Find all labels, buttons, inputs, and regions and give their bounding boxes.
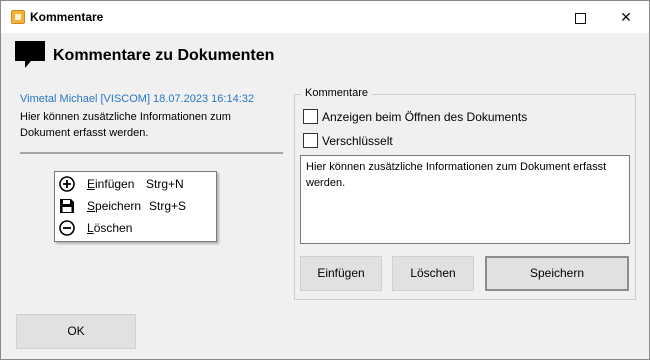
- add-circle-icon: [59, 176, 75, 192]
- menu-item-shortcut: Strg+S: [149, 199, 187, 213]
- comment-bubble-icon: [15, 41, 45, 68]
- menu-item-label: Löschen: [87, 221, 133, 235]
- context-menu: Einfügen Strg+N Speichern Strg+S Löschen: [54, 171, 217, 242]
- window-title: Kommentare: [30, 10, 104, 24]
- page-title: Kommentare zu Dokumenten: [53, 47, 275, 64]
- dialog-window: Kommentare ✕ Kommentare zu Dokumenten Vi…: [0, 0, 650, 360]
- comment-textarea[interactable]: Hier können zusätzliche Informationen zu…: [300, 155, 630, 244]
- divider: [20, 152, 283, 154]
- insert-button[interactable]: Einfügen: [300, 256, 382, 291]
- comments-group-legend: Kommentare: [301, 87, 372, 99]
- floppy-disk-icon: [60, 199, 74, 213]
- ok-button[interactable]: OK: [16, 314, 136, 349]
- delete-button[interactable]: Löschen: [392, 256, 474, 291]
- close-icon: ✕: [620, 9, 632, 25]
- checkbox-label: Verschlüsselt: [322, 134, 393, 148]
- menu-item-insert[interactable]: Einfügen Strg+N: [55, 173, 216, 195]
- comment-author-date: Vimetal Michael [VISCOM] 18.07.2023 16:1…: [20, 93, 254, 105]
- remove-circle-icon: [59, 220, 75, 236]
- menu-item-shortcut: Strg+N: [146, 177, 184, 191]
- menu-item-save[interactable]: Speichern Strg+S: [55, 195, 216, 217]
- title-bar[interactable]: Kommentare ✕: [1, 1, 649, 33]
- menu-item-label: Einfügen: [87, 177, 135, 191]
- checkbox-label: Anzeigen beim Öffnen des Dokuments: [322, 110, 528, 124]
- menu-item-label: Speichern: [87, 199, 142, 213]
- comment-text: Hier können zusätzliche Informationen zu…: [20, 111, 231, 139]
- close-button[interactable]: ✕: [603, 1, 649, 33]
- checkbox-box[interactable]: [303, 109, 318, 124]
- menu-item-delete[interactable]: Löschen: [55, 217, 216, 239]
- maximize-icon: [574, 12, 586, 24]
- checkbox-box[interactable]: [303, 133, 318, 148]
- maximize-button[interactable]: [557, 1, 603, 33]
- app-icon: [11, 10, 25, 24]
- save-button[interactable]: Speichern: [485, 256, 629, 291]
